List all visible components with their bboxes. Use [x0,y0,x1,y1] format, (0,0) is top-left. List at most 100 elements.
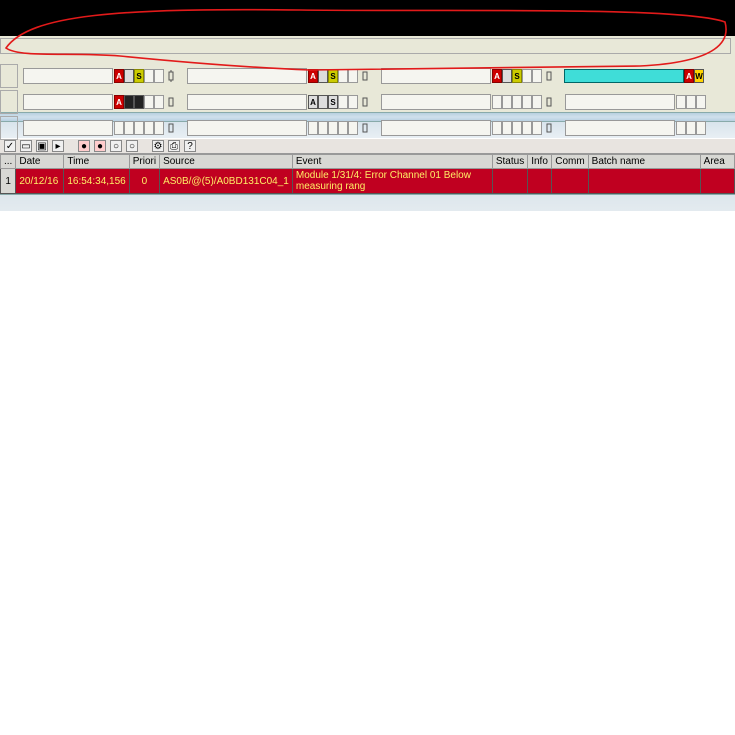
slot [318,121,328,135]
panel-row-2: A S A S A [0,64,735,88]
slot [144,69,154,83]
slot [522,121,532,135]
alarm-s-indicator[interactable]: S [328,95,338,109]
cell-source: AS0B/@(5)/A0BD131C04_1 [160,169,293,194]
status-indicator[interactable] [318,95,328,109]
field-2-1[interactable] [23,68,113,84]
slot [532,69,542,83]
status-indicator[interactable] [134,95,144,109]
cell-date: 20/12/16 [16,169,64,194]
col-area[interactable]: Area [700,155,734,169]
cell-event: Module 1/31/4: Error Channel 01 Below me… [292,169,492,194]
slot [512,95,522,109]
field-4-1[interactable] [23,120,113,136]
cell-comm [552,169,588,194]
slot [522,69,532,83]
col-batch[interactable]: Batch name [588,155,700,169]
window-titlebar [0,0,735,36]
cell-info [528,169,552,194]
field-4-4[interactable] [565,120,675,136]
field-2-3[interactable] [381,68,491,84]
export-button[interactable]: ▣ [36,140,48,152]
bottom-area [0,194,735,211]
slot [154,69,164,83]
field-4-2[interactable] [187,120,307,136]
alarm-w-indicator[interactable]: W [694,69,704,83]
alarm-a-indicator[interactable]: A [114,69,124,83]
alarm-a-indicator[interactable]: A [684,69,694,83]
field-3-3[interactable] [381,94,491,110]
alarm-a-indicator[interactable]: A [492,69,502,83]
slot [308,121,318,135]
alarm-a-indicator[interactable]: A [308,95,318,109]
col-status[interactable]: Status [492,155,527,169]
col-event[interactable]: Event [292,155,492,169]
slot [328,121,338,135]
col-time[interactable]: Time [64,155,129,169]
alarm-red2-button[interactable]: ● [94,140,106,152]
help-button[interactable]: ? [184,140,196,152]
status-indicator[interactable] [502,69,512,83]
field-3-4[interactable] [565,94,675,110]
slot [348,121,358,135]
slot [686,95,696,109]
ack-button[interactable]: ✓ [4,140,16,152]
device-icon[interactable] [164,69,178,83]
slot [154,121,164,135]
col-comm[interactable]: Comm [552,155,588,169]
table-row[interactable]: 1 20/12/16 16:54:34,156 0 AS0B/@(5)/A0BD… [1,169,735,194]
event-table[interactable]: ... Date Time Priori Source Event Status… [0,154,735,194]
field-3-1[interactable] [23,94,113,110]
col-date[interactable]: Date [16,155,64,169]
col-source[interactable]: Source [160,155,293,169]
slot [338,95,348,109]
device-icon[interactable] [358,95,372,109]
alarm-s-indicator[interactable]: S [328,69,338,83]
long-field [0,38,731,54]
filter-button[interactable]: ▭ [20,140,32,152]
slot [154,95,164,109]
slot [502,121,512,135]
device-icon[interactable] [358,121,372,135]
slot [348,69,358,83]
grey2-button[interactable]: ○ [126,140,138,152]
alarm-s-indicator[interactable]: S [512,69,522,83]
alarm-a-indicator[interactable]: A [114,95,124,109]
status-indicator[interactable] [124,69,134,83]
slot [144,95,154,109]
grey1-button[interactable]: ○ [110,140,122,152]
col-priority[interactable]: Priori [129,155,159,169]
status-indicator[interactable] [318,69,328,83]
slot [522,95,532,109]
device-icon[interactable] [542,69,556,83]
field-3-2[interactable] [187,94,307,110]
device-icon[interactable] [542,121,556,135]
slot [502,95,512,109]
print-button[interactable]: ⎙ [168,140,180,152]
row-handle[interactable] [0,116,18,140]
col-rownum[interactable]: ... [1,155,16,169]
settings-button[interactable]: ⚙ [152,140,164,152]
process-panel-area: A S A S A [0,36,735,112]
slot [696,95,706,109]
device-icon[interactable] [358,69,372,83]
status-indicator[interactable] [124,95,134,109]
field-4-3[interactable] [381,120,491,136]
device-icon[interactable] [542,95,556,109]
alarm-a-indicator[interactable]: A [308,69,318,83]
row-handle[interactable] [0,64,18,88]
device-icon[interactable] [164,95,178,109]
play-button[interactable]: ▸ [52,140,64,152]
row-handle[interactable] [0,90,18,114]
device-icon[interactable] [164,121,178,135]
field-2-2[interactable] [187,68,307,84]
alarm-red1-button[interactable]: ● [78,140,90,152]
slot [492,95,502,109]
col-info[interactable]: Info [528,155,552,169]
slot [492,121,502,135]
slot [676,121,686,135]
highlighted-field[interactable] [564,69,684,83]
slot [134,121,144,135]
alarm-s-indicator[interactable]: S [134,69,144,83]
panel-row-3: A A S [0,90,735,114]
